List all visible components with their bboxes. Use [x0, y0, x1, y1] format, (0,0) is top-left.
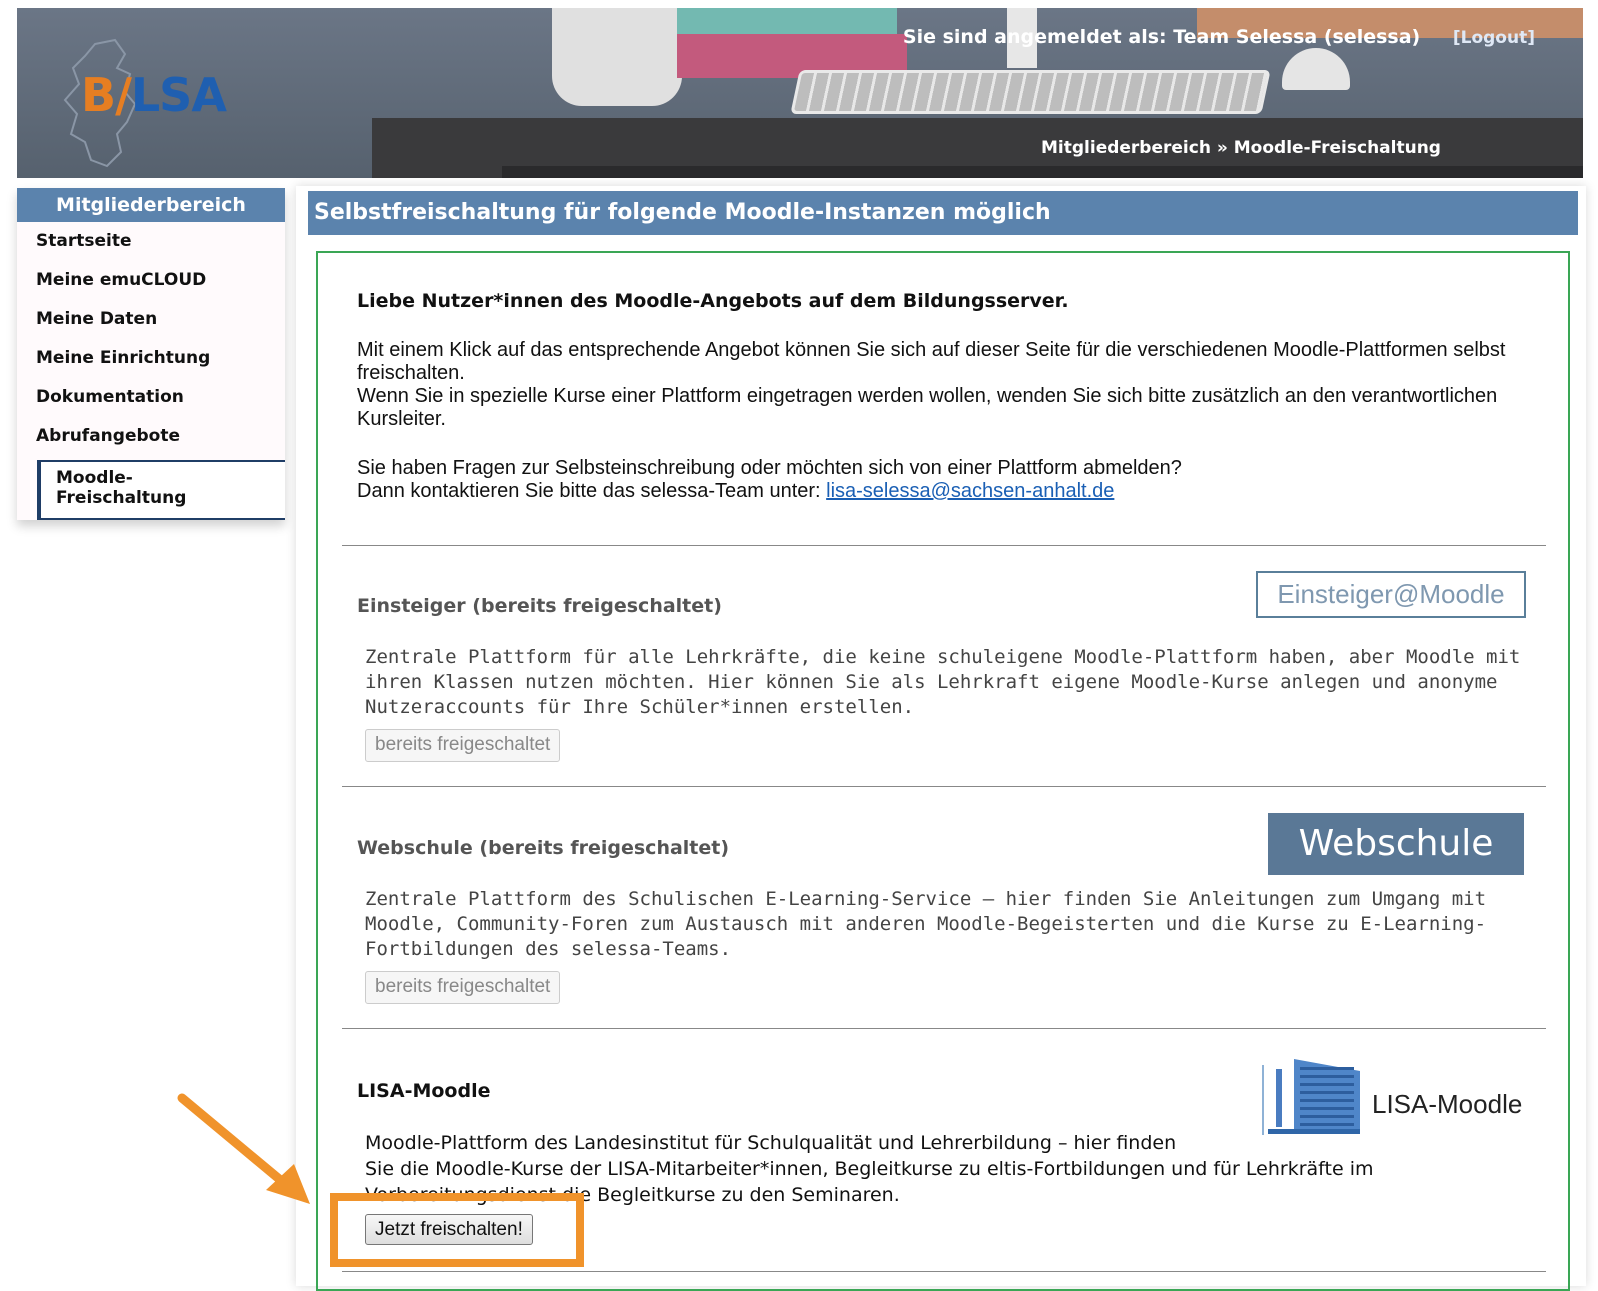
einsteiger-moodle-logo: Einsteiger@Moodle	[1256, 571, 1526, 618]
sidebar-item-dokumentation[interactable]: Dokumentation	[17, 378, 285, 417]
offer-title-lisa-moodle: LISA-Moodle	[357, 1080, 491, 1102]
logo-separator: /	[115, 68, 132, 122]
sidebar-item-meine-einrichtung[interactable]: Meine Einrichtung	[17, 339, 285, 378]
contact-email-link[interactable]: lisa-selessa@sachsen-anhalt.de	[826, 480, 1114, 502]
logo-letter-b: B	[81, 68, 116, 122]
contact-text: Dann kontaktieren Sie bitte das selessa-…	[357, 480, 827, 502]
logo-letters-lsa: LSA	[130, 68, 227, 122]
mug-illustration	[552, 8, 682, 106]
section-divider	[342, 1271, 1546, 1272]
page-title: Selbstfreischaltung für folgende Moodle-…	[308, 191, 1578, 235]
contact-question: Sie haben Fragen zur Selbsteinschreibung…	[357, 457, 1182, 479]
offer-description-webschule: Zentrale Plattform des Schulischen E-Lea…	[365, 888, 1487, 960]
sidebar-subitem-moodle-freischaltung[interactable]: Moodle- Freischaltung	[37, 460, 285, 520]
book-illustration	[677, 8, 897, 34]
keyboard-illustration	[790, 70, 1271, 114]
annotation-arrow-icon	[177, 1093, 310, 1204]
intro-paragraph: Mit einem Klick auf das entsprechende An…	[357, 339, 1527, 431]
sidebar-item-emucloud[interactable]: Meine emuCLOUD	[17, 261, 285, 300]
sidebar: Mitgliederbereich Startseite Meine emuCL…	[17, 188, 285, 520]
offer-description-einsteiger: Zentrale Plattform für alle Lehrkräfte, …	[365, 646, 1521, 718]
sidebar-item-abrufangebote[interactable]: Abrufangebote	[17, 417, 285, 456]
sidebar-item-startseite[interactable]: Startseite	[17, 222, 285, 261]
desk-shadow	[502, 166, 1583, 178]
section-divider	[342, 1028, 1546, 1029]
offer-title-einsteiger: Einsteiger (bereits freigeschaltet)	[357, 595, 722, 617]
breadcrumb: Mitgliederbereich » Moodle-Freischaltung	[1041, 138, 1441, 158]
webschule-logo: Webschule	[1268, 813, 1524, 875]
webschule-status-button: bereits freigeschaltet	[365, 971, 561, 1004]
lisa-description-line: Moodle-Plattform des Landesinstitut für …	[365, 1132, 1177, 1154]
annotation-highlight-box	[330, 1193, 584, 1267]
intro-text: Wenn Sie in spezielle Kurse einer Plattf…	[357, 385, 1498, 430]
section-divider	[342, 545, 1546, 546]
sidebar-subitem-label-line1: Moodle-	[56, 468, 133, 488]
login-status: Sie sind angemeldet als: Team Selessa (s…	[903, 26, 1535, 48]
offer-title-webschule: Webschule (bereits freigeschaltet)	[357, 837, 730, 859]
sidebar-title: Mitgliederbereich	[17, 188, 285, 222]
intro-heading: Liebe Nutzer*innen des Moodle-Angebots a…	[357, 290, 1069, 312]
login-text: Sie sind angemeldet als: Team Selessa (s…	[902, 26, 1421, 48]
lisa-description-line: Sie die Moodle-Kurse der LISA-Mitarbeite…	[365, 1158, 1374, 1180]
lisa-moodle-logo-text: LISA-Moodle	[1372, 1089, 1523, 1119]
logout-link[interactable]: [Logout]	[1453, 28, 1535, 48]
sidebar-item-meine-daten[interactable]: Meine Daten	[17, 300, 285, 339]
site-logo[interactable]: B/LSA	[81, 68, 227, 122]
intro-text: Mit einem Klick auf das entsprechende An…	[357, 339, 1506, 384]
einsteiger-status-button: bereits freigeschaltet	[365, 729, 561, 762]
site-header: B/LSA Sie sind angemeldet als: Team Sele…	[17, 8, 1583, 178]
contact-paragraph: Sie haben Fragen zur Selbsteinschreibung…	[357, 457, 1527, 503]
section-divider	[342, 786, 1546, 787]
sidebar-subitem-label-line2: Freischaltung	[56, 488, 187, 508]
lisa-building-icon	[1262, 1059, 1360, 1135]
